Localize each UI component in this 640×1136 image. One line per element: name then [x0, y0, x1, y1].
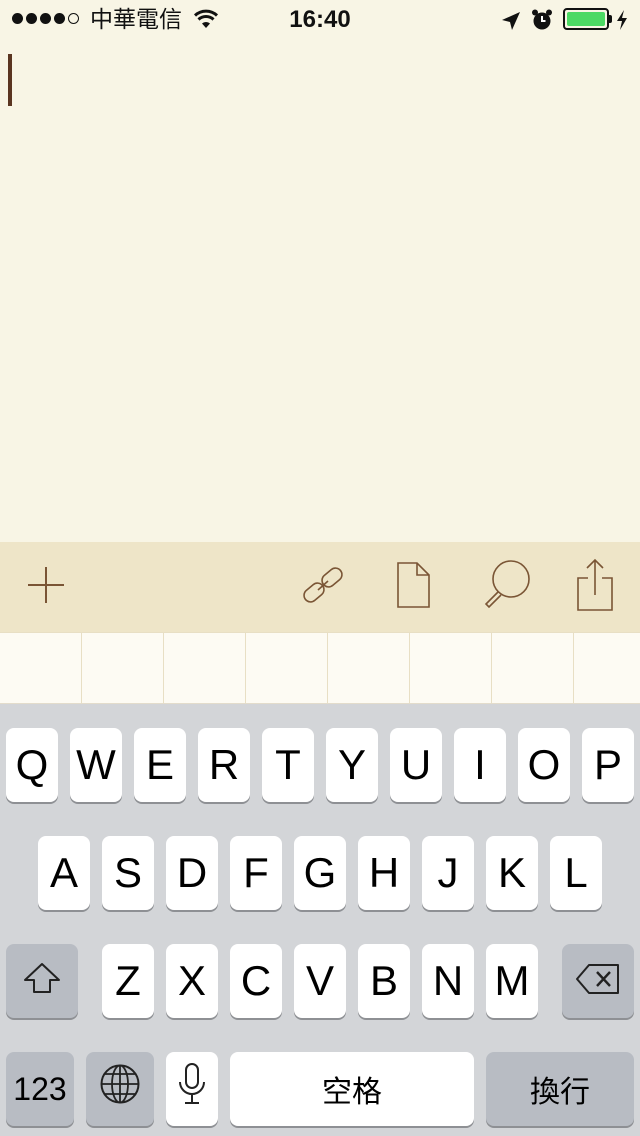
- microphone-icon: [177, 1062, 207, 1116]
- key-f[interactable]: F: [230, 836, 282, 910]
- battery-nub: [609, 15, 612, 23]
- status-bar: 中華電信 16:40: [0, 0, 640, 40]
- key-g[interactable]: G: [294, 836, 346, 910]
- key-u[interactable]: U: [390, 728, 442, 802]
- extra-key[interactable]: [0, 633, 82, 703]
- key-e[interactable]: E: [134, 728, 186, 802]
- key-a[interactable]: A: [38, 836, 90, 910]
- globe-icon: [99, 1063, 141, 1115]
- extra-key[interactable]: [492, 633, 574, 703]
- extra-key[interactable]: [164, 633, 246, 703]
- shift-icon: [22, 957, 62, 1005]
- delete-key[interactable]: [562, 944, 634, 1018]
- link-button[interactable]: [292, 542, 354, 632]
- search-icon: [480, 558, 534, 617]
- editor-toolbar: [0, 542, 640, 632]
- keyboard: Q W E R T Y U I O P A S D F G H J K L Z …: [0, 704, 640, 1136]
- share-icon: [573, 557, 617, 618]
- microphone-key[interactable]: [166, 1052, 218, 1126]
- extra-key[interactable]: [328, 633, 410, 703]
- key-c[interactable]: C: [230, 944, 282, 1018]
- extra-key[interactable]: [410, 633, 492, 703]
- extra-key[interactable]: [82, 633, 164, 703]
- space-key[interactable]: 空格: [230, 1052, 474, 1126]
- key-x[interactable]: X: [166, 944, 218, 1018]
- key-m[interactable]: M: [486, 944, 538, 1018]
- text-caret: [8, 54, 12, 106]
- location-icon: [500, 10, 522, 37]
- alarm-icon: [530, 8, 554, 37]
- key-k[interactable]: K: [486, 836, 538, 910]
- numbers-key[interactable]: 123: [6, 1052, 74, 1126]
- key-l[interactable]: L: [550, 836, 602, 910]
- key-q[interactable]: Q: [6, 728, 58, 802]
- share-button[interactable]: [564, 542, 626, 632]
- document-button[interactable]: [382, 542, 444, 632]
- key-d[interactable]: D: [166, 836, 218, 910]
- key-t[interactable]: T: [262, 728, 314, 802]
- key-i[interactable]: I: [454, 728, 506, 802]
- charging-icon: [616, 9, 628, 36]
- shift-key[interactable]: [6, 944, 78, 1018]
- search-button[interactable]: [476, 542, 538, 632]
- link-icon: [298, 560, 348, 615]
- text-editor[interactable]: [0, 40, 640, 542]
- key-b[interactable]: B: [358, 944, 410, 1018]
- key-o[interactable]: O: [518, 728, 570, 802]
- key-w[interactable]: W: [70, 728, 122, 802]
- extra-key[interactable]: [246, 633, 328, 703]
- document-icon: [393, 560, 433, 615]
- key-z[interactable]: Z: [102, 944, 154, 1018]
- key-h[interactable]: H: [358, 836, 410, 910]
- add-button[interactable]: [15, 542, 77, 632]
- plus-icon: [26, 565, 66, 610]
- return-key[interactable]: 換行: [486, 1052, 634, 1126]
- battery-icon: [563, 8, 609, 30]
- key-p[interactable]: P: [582, 728, 634, 802]
- key-v[interactable]: V: [294, 944, 346, 1018]
- key-n[interactable]: N: [422, 944, 474, 1018]
- extra-key-row: [0, 632, 640, 704]
- key-j[interactable]: J: [422, 836, 474, 910]
- key-s[interactable]: S: [102, 836, 154, 910]
- key-y[interactable]: Y: [326, 728, 378, 802]
- key-r[interactable]: R: [198, 728, 250, 802]
- extra-key[interactable]: [574, 633, 640, 703]
- backspace-icon: [575, 957, 621, 1005]
- globe-key[interactable]: [86, 1052, 154, 1126]
